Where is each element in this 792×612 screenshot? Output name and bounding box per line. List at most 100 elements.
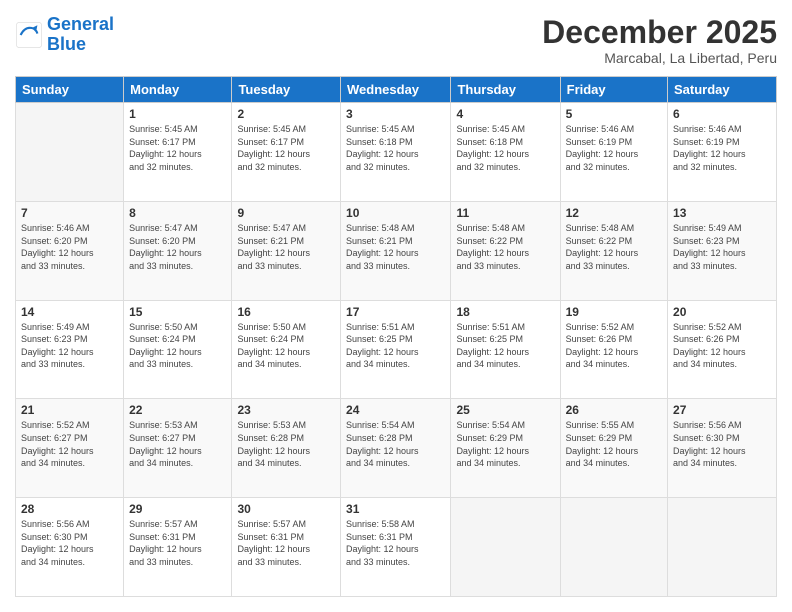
logo-text: General Blue xyxy=(47,15,114,55)
day-info: Sunrise: 5:54 AM Sunset: 6:29 PM Dayligh… xyxy=(456,419,554,469)
calendar-cell: 18 Sunrise: 5:51 AM Sunset: 6:25 PM Dayli… xyxy=(451,300,560,399)
header: General Blue December 2025 Marcabal, La … xyxy=(15,15,777,66)
week-row-3: 14 Sunrise: 5:49 AM Sunset: 6:23 PM Dayli… xyxy=(16,300,777,399)
day-info: Sunrise: 5:50 AM Sunset: 6:24 PM Dayligh… xyxy=(237,321,335,371)
day-info: Sunrise: 5:51 AM Sunset: 6:25 PM Dayligh… xyxy=(346,321,445,371)
calendar-cell: 4 Sunrise: 5:45 AM Sunset: 6:18 PM Daylig… xyxy=(451,103,560,202)
calendar-cell xyxy=(16,103,124,202)
day-number: 22 xyxy=(129,403,226,417)
logo-line2: Blue xyxy=(47,34,86,54)
day-number: 26 xyxy=(566,403,662,417)
day-number: 23 xyxy=(237,403,335,417)
calendar-cell: 19Sunrise: 5:52 AM Sunset: 6:26 PM Dayli… xyxy=(560,300,667,399)
calendar-cell: 9 Sunrise: 5:47 AM Sunset: 6:21 PM Daylig… xyxy=(232,201,341,300)
day-number: 9 xyxy=(237,206,335,220)
day-number: 14 xyxy=(21,305,118,319)
calendar-cell: 10Sunrise: 5:48 AM Sunset: 6:21 PM Dayli… xyxy=(341,201,451,300)
day-number: 2 xyxy=(237,107,335,121)
day-info: Sunrise: 5:56 AM Sunset: 6:30 PM Dayligh… xyxy=(21,518,118,568)
calendar-cell: 29 Sunrise: 5:57 AM Sunset: 6:31 PM Dayli… xyxy=(124,498,232,597)
day-info: Sunrise: 5:58 AM Sunset: 6:31 PM Dayligh… xyxy=(346,518,445,568)
day-number: 15 xyxy=(129,305,226,319)
calendar-cell: 1Sunrise: 5:45 AM Sunset: 6:17 PM Daylig… xyxy=(124,103,232,202)
day-info: Sunrise: 5:51 AM Sunset: 6:25 PM Dayligh… xyxy=(456,321,554,371)
calendar-cell: 3Sunrise: 5:45 AM Sunset: 6:18 PM Daylig… xyxy=(341,103,451,202)
calendar-cell: 15 Sunrise: 5:50 AM Sunset: 6:24 PM Dayli… xyxy=(124,300,232,399)
day-info: Sunrise: 5:49 AM Sunset: 6:23 PM Dayligh… xyxy=(21,321,118,371)
day-number: 25 xyxy=(456,403,554,417)
week-row-5: 28 Sunrise: 5:56 AM Sunset: 6:30 PM Dayli… xyxy=(16,498,777,597)
calendar-cell: 17 Sunrise: 5:51 AM Sunset: 6:25 PM Dayli… xyxy=(341,300,451,399)
day-info: Sunrise: 5:53 AM Sunset: 6:27 PM Dayligh… xyxy=(129,419,226,469)
day-info: Sunrise: 5:50 AM Sunset: 6:24 PM Dayligh… xyxy=(129,321,226,371)
day-number: 13 xyxy=(673,206,771,220)
day-info: Sunrise: 5:57 AM Sunset: 6:31 PM Dayligh… xyxy=(237,518,335,568)
page: General Blue December 2025 Marcabal, La … xyxy=(0,0,792,612)
calendar-cell: 25 Sunrise: 5:54 AM Sunset: 6:29 PM Dayli… xyxy=(451,399,560,498)
calendar-cell: 21 Sunrise: 5:52 AM Sunset: 6:27 PM Dayli… xyxy=(16,399,124,498)
logo-icon xyxy=(15,21,43,49)
calendar-cell: 14 Sunrise: 5:49 AM Sunset: 6:23 PM Dayli… xyxy=(16,300,124,399)
calendar-cell: 8 Sunrise: 5:47 AM Sunset: 6:20 PM Daylig… xyxy=(124,201,232,300)
day-info: Sunrise: 5:45 AM Sunset: 6:18 PM Dayligh… xyxy=(346,123,445,173)
day-number: 11 xyxy=(456,206,554,220)
calendar-cell: 16Sunrise: 5:50 AM Sunset: 6:24 PM Dayli… xyxy=(232,300,341,399)
day-number: 6 xyxy=(673,107,771,121)
day-number: 4 xyxy=(456,107,554,121)
day-number: 12 xyxy=(566,206,662,220)
day-number: 29 xyxy=(129,502,226,516)
calendar-cell: 5Sunrise: 5:46 AM Sunset: 6:19 PM Daylig… xyxy=(560,103,667,202)
day-info: Sunrise: 5:47 AM Sunset: 6:20 PM Dayligh… xyxy=(129,222,226,272)
day-info: Sunrise: 5:55 AM Sunset: 6:29 PM Dayligh… xyxy=(566,419,662,469)
day-info: Sunrise: 5:52 AM Sunset: 6:26 PM Dayligh… xyxy=(673,321,771,371)
day-number: 28 xyxy=(21,502,118,516)
col-sunday: Sunday xyxy=(16,77,124,103)
day-number: 31 xyxy=(346,502,445,516)
day-number: 8 xyxy=(129,206,226,220)
col-wednesday: Wednesday xyxy=(341,77,451,103)
day-number: 20 xyxy=(673,305,771,319)
calendar-cell: 2 Sunrise: 5:45 AM Sunset: 6:17 PM Daylig… xyxy=(232,103,341,202)
day-info: Sunrise: 5:46 AM Sunset: 6:19 PM Dayligh… xyxy=(566,123,662,173)
calendar-cell: 30Sunrise: 5:57 AM Sunset: 6:31 PM Dayli… xyxy=(232,498,341,597)
day-info: Sunrise: 5:54 AM Sunset: 6:28 PM Dayligh… xyxy=(346,419,445,469)
col-saturday: Saturday xyxy=(668,77,777,103)
calendar-cell: 22 Sunrise: 5:53 AM Sunset: 6:27 PM Dayli… xyxy=(124,399,232,498)
day-number: 7 xyxy=(21,206,118,220)
logo: General Blue xyxy=(15,15,114,55)
week-row-4: 21 Sunrise: 5:52 AM Sunset: 6:27 PM Dayli… xyxy=(16,399,777,498)
day-info: Sunrise: 5:57 AM Sunset: 6:31 PM Dayligh… xyxy=(129,518,226,568)
day-info: Sunrise: 5:52 AM Sunset: 6:27 PM Dayligh… xyxy=(21,419,118,469)
calendar-cell: 6 Sunrise: 5:46 AM Sunset: 6:19 PM Daylig… xyxy=(668,103,777,202)
calendar-cell: 26 Sunrise: 5:55 AM Sunset: 6:29 PM Dayli… xyxy=(560,399,667,498)
day-number: 19 xyxy=(566,305,662,319)
calendar-cell: 7 Sunrise: 5:46 AM Sunset: 6:20 PM Daylig… xyxy=(16,201,124,300)
day-info: Sunrise: 5:45 AM Sunset: 6:18 PM Dayligh… xyxy=(456,123,554,173)
day-number: 1 xyxy=(129,107,226,121)
calendar-cell xyxy=(560,498,667,597)
calendar-cell: 12 Sunrise: 5:48 AM Sunset: 6:22 PM Dayli… xyxy=(560,201,667,300)
day-info: Sunrise: 5:45 AM Sunset: 6:17 PM Dayligh… xyxy=(237,123,335,173)
day-info: Sunrise: 5:49 AM Sunset: 6:23 PM Dayligh… xyxy=(673,222,771,272)
calendar-cell xyxy=(668,498,777,597)
day-info: Sunrise: 5:46 AM Sunset: 6:20 PM Dayligh… xyxy=(21,222,118,272)
calendar-cell xyxy=(451,498,560,597)
col-friday: Friday xyxy=(560,77,667,103)
day-number: 18 xyxy=(456,305,554,319)
day-info: Sunrise: 5:48 AM Sunset: 6:22 PM Dayligh… xyxy=(566,222,662,272)
day-number: 17 xyxy=(346,305,445,319)
day-info: Sunrise: 5:46 AM Sunset: 6:19 PM Dayligh… xyxy=(673,123,771,173)
logo-line1: General xyxy=(47,14,114,34)
day-info: Sunrise: 5:47 AM Sunset: 6:21 PM Dayligh… xyxy=(237,222,335,272)
title-block: December 2025 Marcabal, La Libertad, Per… xyxy=(542,15,777,66)
day-number: 24 xyxy=(346,403,445,417)
day-number: 27 xyxy=(673,403,771,417)
calendar-cell: 20 Sunrise: 5:52 AM Sunset: 6:26 PM Dayli… xyxy=(668,300,777,399)
calendar-cell: 31 Sunrise: 5:58 AM Sunset: 6:31 PM Dayli… xyxy=(341,498,451,597)
day-info: Sunrise: 5:48 AM Sunset: 6:22 PM Dayligh… xyxy=(456,222,554,272)
location-subtitle: Marcabal, La Libertad, Peru xyxy=(542,50,777,66)
day-number: 21 xyxy=(21,403,118,417)
calendar-cell: 28 Sunrise: 5:56 AM Sunset: 6:30 PM Dayli… xyxy=(16,498,124,597)
day-info: Sunrise: 5:48 AM Sunset: 6:21 PM Dayligh… xyxy=(346,222,445,272)
col-monday: Monday xyxy=(124,77,232,103)
